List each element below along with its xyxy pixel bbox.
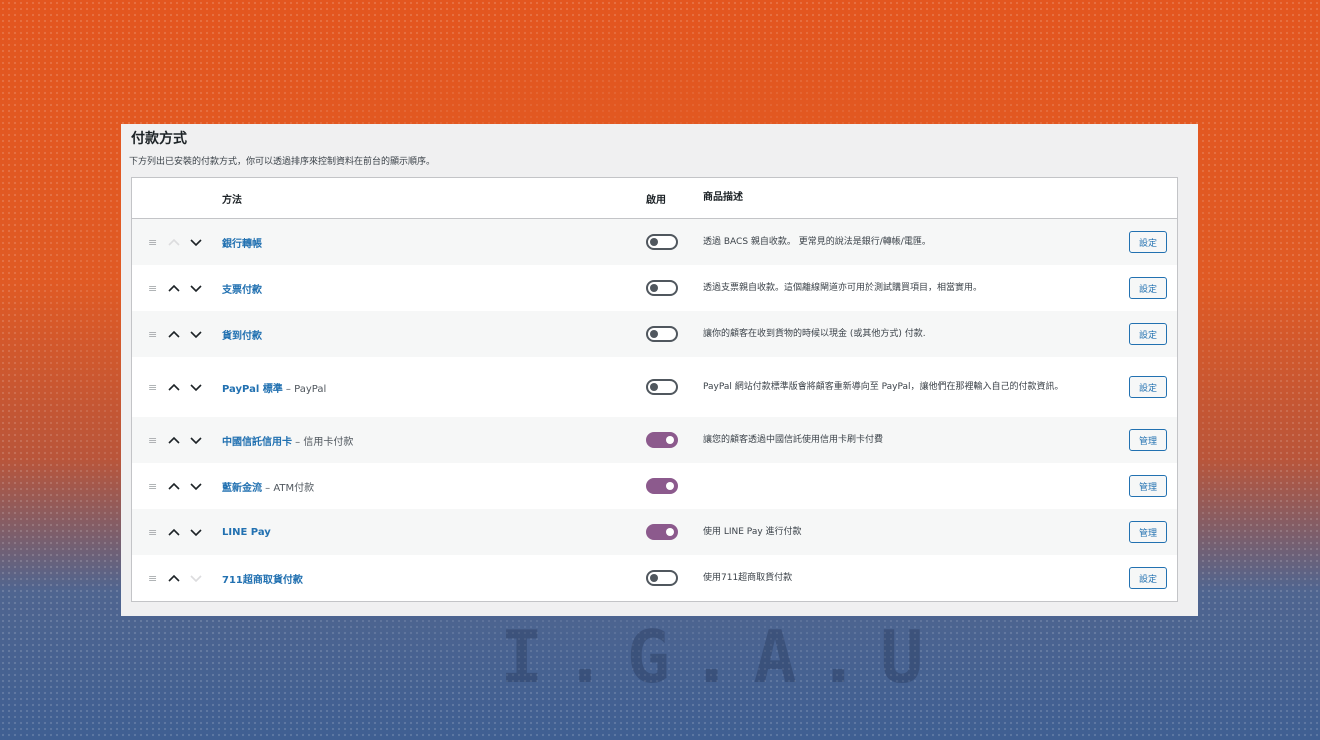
method-description: 透過支票親自收款。這個離線閘道亦可用於測試購買項目，相當實用。 [703, 283, 983, 293]
section-title: 付款方式 [131, 131, 187, 147]
method-name-link[interactable]: 藍新金流 – ATM付款 [222, 479, 646, 494]
table-row: ≡ 711超商取貨付款 使用711超商取貨付款 設定 [132, 555, 1177, 601]
watermark-logo: I.G.A.U [500, 615, 944, 699]
method-subtitle: – ATM付款 [262, 482, 315, 494]
table-row: ≡ LINE Pay 使用 LINE Pay 進行付款 管理 [132, 509, 1177, 555]
table-row: ≡ 藍新金流 – ATM付款 管理 [132, 463, 1177, 509]
chevron-down-icon[interactable] [190, 237, 202, 247]
method-subtitle: – PayPal [282, 383, 327, 395]
method-action-button[interactable]: 設定 [1129, 277, 1167, 299]
table-body: ≡ 銀行轉帳 透過 BACS 親自收款。 更常見的說法是銀行/轉帳/電匯。 設定 ≡ 支票… [132, 219, 1177, 601]
chevron-up-icon[interactable] [168, 435, 180, 445]
method-name: 銀行轉帳 [222, 238, 262, 250]
table-row: ≡ 貨到付款 讓你的顧客在收到貨物的時候以現金 (或其他方式) 付款. 設定 [132, 311, 1177, 357]
chevron-up-icon[interactable] [168, 573, 180, 583]
payment-methods-table: 方法 啟用 商品描述 ≡ 銀行轉帳 透過 BACS 親自收款。 更常見的說法是銀行/… [131, 177, 1178, 602]
method-name-link[interactable]: 中國信託信用卡 – 信用卡付款 [222, 433, 646, 448]
section-description: 下方列出已安裝的付款方式，你可以透過排序來控制資料在前台的顯示順序。 [129, 157, 436, 167]
method-action-button[interactable]: 管理 [1129, 521, 1167, 543]
method-action-button[interactable]: 設定 [1129, 323, 1167, 345]
method-description: 使用 LINE Pay 進行付款 [703, 527, 802, 537]
chevron-up-icon[interactable] [168, 382, 180, 392]
drag-handle-icon[interactable]: ≡ [148, 236, 158, 249]
method-name: 藍新金流 [222, 482, 262, 494]
table-header: 方法 啟用 商品描述 [132, 178, 1177, 219]
method-name-link[interactable]: PayPal 標準 – PayPal [222, 380, 646, 395]
chevron-down-icon[interactable] [190, 435, 202, 445]
method-description: 透過 BACS 親自收款。 更常見的說法是銀行/轉帳/電匯。 [703, 237, 931, 247]
method-name: 中國信託信用卡 [222, 436, 292, 448]
chevron-down-icon[interactable] [190, 481, 202, 491]
table-row: ≡ 銀行轉帳 透過 BACS 親自收款。 更常見的說法是銀行/轉帳/電匯。 設定 [132, 219, 1177, 265]
chevron-down-icon[interactable] [190, 283, 202, 293]
drag-handle-icon[interactable]: ≡ [148, 282, 158, 295]
method-action-button[interactable]: 管理 [1129, 475, 1167, 497]
enabled-toggle[interactable] [646, 280, 678, 296]
sort-controls: ≡ [132, 328, 222, 341]
table-row: ≡ 中國信託信用卡 – 信用卡付款 讓您的顧客透過中國信託使用信用卡刷卡付費 管理 [132, 417, 1177, 463]
chevron-up-icon[interactable] [168, 527, 180, 537]
drag-handle-icon[interactable]: ≡ [148, 480, 158, 493]
chevron-down-icon [190, 573, 202, 583]
method-action-button[interactable]: 設定 [1129, 376, 1167, 398]
sort-controls: ≡ [132, 236, 222, 249]
chevron-down-icon[interactable] [190, 382, 202, 392]
method-description: 讓您的顧客透過中國信託使用信用卡刷卡付費 [703, 435, 884, 445]
enabled-toggle[interactable] [646, 379, 678, 395]
header-description: 商品描述 [703, 192, 743, 203]
chevron-up-icon[interactable] [168, 481, 180, 491]
header-enabled: 啟用 [646, 194, 666, 206]
method-name: LINE Pay [222, 526, 271, 538]
header-method: 方法 [222, 194, 242, 206]
enabled-toggle[interactable] [646, 478, 678, 494]
enabled-toggle[interactable] [646, 570, 678, 586]
drag-handle-icon[interactable]: ≡ [148, 328, 158, 341]
chevron-up-icon[interactable] [168, 283, 180, 293]
method-name: 支票付款 [222, 284, 262, 296]
drag-handle-icon[interactable]: ≡ [148, 381, 158, 394]
method-description: 讓你的顧客在收到貨物的時候以現金 (或其他方式) 付款. [703, 329, 926, 339]
method-action-button[interactable]: 設定 [1129, 567, 1167, 589]
method-description: PayPal 網站付款標準版會將顧客重新導向至 PayPal，讓他們在那裡輸入自… [703, 382, 1064, 392]
method-name-link[interactable]: 銀行轉帳 [222, 235, 646, 250]
chevron-up-icon[interactable] [168, 329, 180, 339]
sort-controls: ≡ [132, 572, 222, 585]
sort-controls: ≡ [132, 381, 222, 394]
sort-controls: ≡ [132, 434, 222, 447]
chevron-down-icon[interactable] [190, 329, 202, 339]
payment-methods-panel: 付款方式 下方列出已安裝的付款方式，你可以透過排序來控制資料在前台的顯示順序。 … [121, 124, 1198, 616]
drag-handle-icon[interactable]: ≡ [148, 526, 158, 539]
drag-handle-icon[interactable]: ≡ [148, 572, 158, 585]
method-description: 使用711超商取貨付款 [703, 573, 793, 583]
table-row: ≡ PayPal 標準 – PayPal PayPal 網站付款標準版會將顧客重新導… [132, 357, 1177, 417]
method-name-link[interactable]: 711超商取貨付款 [222, 571, 646, 586]
chevron-up-icon [168, 237, 180, 247]
method-action-button[interactable]: 設定 [1129, 231, 1167, 253]
method-name: 貨到付款 [222, 330, 262, 342]
table-row: ≡ 支票付款 透過支票親自收款。這個離線閘道亦可用於測試購買項目，相當實用。 設定 [132, 265, 1177, 311]
chevron-down-icon[interactable] [190, 527, 202, 537]
enabled-toggle[interactable] [646, 326, 678, 342]
sort-controls: ≡ [132, 480, 222, 493]
enabled-toggle[interactable] [646, 524, 678, 540]
drag-handle-icon[interactable]: ≡ [148, 434, 158, 447]
method-name-link[interactable]: 支票付款 [222, 281, 646, 296]
sort-controls: ≡ [132, 282, 222, 295]
sort-controls: ≡ [132, 526, 222, 539]
enabled-toggle[interactable] [646, 432, 678, 448]
method-name-link[interactable]: LINE Pay [222, 527, 646, 538]
method-subtitle: – 信用卡付款 [292, 436, 354, 448]
enabled-toggle[interactable] [646, 234, 678, 250]
method-name: 711超商取貨付款 [222, 574, 303, 586]
method-name-link[interactable]: 貨到付款 [222, 327, 646, 342]
method-name: PayPal 標準 [222, 383, 283, 395]
method-action-button[interactable]: 管理 [1129, 429, 1167, 451]
